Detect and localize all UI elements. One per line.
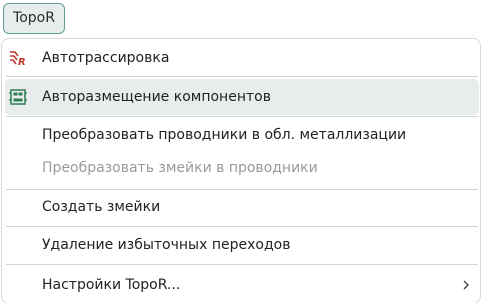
menu-item-label: Преобразовать змейки в проводники <box>42 160 318 176</box>
menu-item-remove-redundant-vias[interactable]: Удаление избыточных переходов <box>2 227 480 263</box>
menu-item-autoplacement[interactable]: Авторазмещение компонентов <box>5 79 479 115</box>
menu-item-autorouting[interactable]: R Автотрассировка <box>2 40 480 76</box>
menu-item-label: Настройки TopoR... <box>42 277 181 293</box>
menu-item-label: Автотрассировка <box>42 50 170 66</box>
autorouting-icon: R <box>10 51 26 67</box>
menu-item-topor-settings[interactable]: Настройки TopoR... <box>2 267 480 303</box>
menu-separator <box>6 264 478 265</box>
app-root: TopoR R Автотрассировка Авторазмещение к… <box>0 0 481 303</box>
chevron-right-icon <box>463 280 469 290</box>
menu-item-convert-serpentines: Преобразовать змейки в проводники <box>2 150 480 186</box>
svg-text:R: R <box>18 57 26 67</box>
menu-item-label: Авторазмещение компонентов <box>42 89 271 105</box>
menu-separator <box>6 76 478 77</box>
menu-item-convert-traces-to-copper[interactable]: Преобразовать проводники в обл. металлиз… <box>2 117 480 153</box>
menu-item-create-serpentines[interactable]: Создать змейки <box>2 189 480 225</box>
menu-item-label: Создать змейки <box>42 199 161 215</box>
menu-item-label: Преобразовать проводники в обл. металлиз… <box>42 127 407 143</box>
autoplacement-icon <box>9 89 27 105</box>
menu-item-label: Удаление избыточных переходов <box>42 237 291 253</box>
topor-dropdown-menu: R Автотрассировка Авторазмещение компоне… <box>1 38 481 303</box>
topor-menu-button[interactable]: TopoR <box>3 3 65 34</box>
